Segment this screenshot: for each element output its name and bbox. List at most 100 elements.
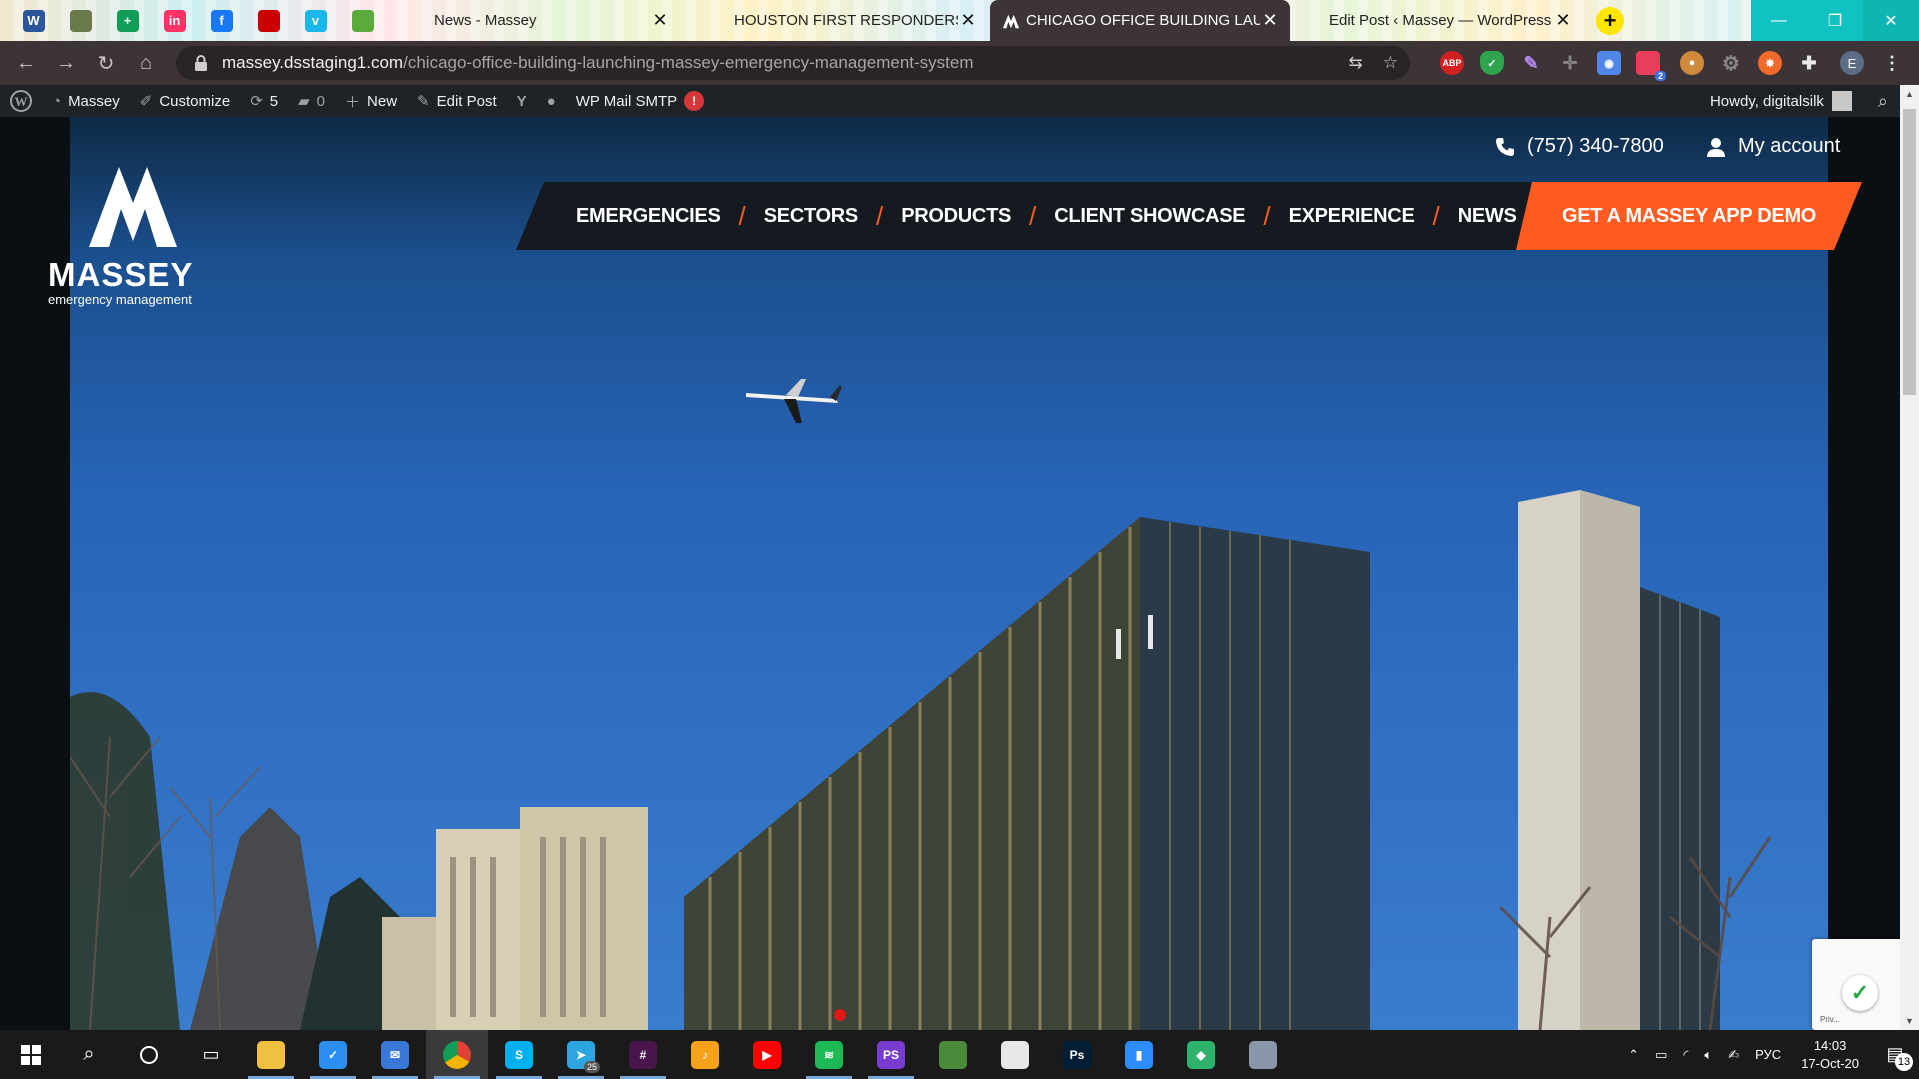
wp-edit-post[interactable]: ✎ Edit Post (407, 85, 507, 117)
taskbar-app-todo[interactable]: ✓ (302, 1030, 364, 1079)
restore-button[interactable]: ❐ (1807, 0, 1863, 41)
taskbar-app-telegram[interactable]: ➤ 25 (550, 1030, 612, 1079)
extensions-puzzle-icon[interactable]: ✚ (1797, 51, 1821, 75)
action-center-button[interactable]: ▤ 13 (1871, 1030, 1919, 1079)
recaptcha-privacy-label[interactable]: Priv... (1820, 1015, 1840, 1024)
search-button[interactable]: ⌕ (58, 1030, 120, 1079)
search-icon[interactable]: ⌕ (1878, 91, 1888, 112)
close-icon[interactable]: ✕ (1260, 10, 1280, 31)
language-indicator[interactable]: РУС (1747, 1047, 1789, 1062)
pinned-tab[interactable] (339, 0, 386, 41)
scroll-up-arrow-icon[interactable]: ▲ (1900, 85, 1919, 103)
cookie-extension-icon[interactable]: ● (1680, 51, 1704, 75)
taskbar-app-image-viewer[interactable] (922, 1030, 984, 1079)
nav-client-showcase[interactable]: CLIENT SHOWCASE (1054, 205, 1245, 228)
tray-expand-chevron-icon[interactable]: ⌃ (1620, 1047, 1647, 1063)
app-demo-button[interactable]: GET A MASSEY APP DEMO (1516, 182, 1862, 250)
feather-extension-icon[interactable]: ✎ (1519, 51, 1543, 75)
brush-icon: ✐ (139, 93, 153, 110)
orange-extension-icon[interactable]: ✸ (1758, 51, 1782, 75)
profile-avatar[interactable]: E (1840, 51, 1864, 75)
taskbar-app-file-explorer[interactable] (240, 1030, 302, 1079)
wp-yoast[interactable]: Y (507, 85, 537, 117)
forward-button[interactable]: → (46, 43, 86, 83)
tab-edit-post[interactable]: Edit Post ‹ Massey — WordPress ✕ (1293, 0, 1583, 41)
pen-icon[interactable]: ✍︎ (1720, 1047, 1747, 1063)
taskbar-app-youtube[interactable]: ▶ (736, 1030, 798, 1079)
extension-badge-icon[interactable]: 2 (1636, 51, 1666, 81)
close-icon[interactable]: ✕ (1553, 10, 1573, 31)
page-scrollbar[interactable]: ▲ ▼ (1900, 85, 1919, 1030)
tab-chicago-active[interactable]: CHICAGO OFFICE BUILDING LAU ✕ (990, 0, 1290, 41)
taskbar-app-notepad[interactable] (984, 1030, 1046, 1079)
gear-extension-icon[interactable]: ⚙ (1719, 51, 1743, 75)
camera-extension-icon[interactable]: ◉ (1597, 51, 1621, 75)
pinned-tab[interactable]: W (10, 0, 57, 41)
taskbar-app-zoom[interactable]: ▮ (1108, 1030, 1170, 1079)
taskbar-app-skype[interactable]: S (488, 1030, 550, 1079)
task-view-button[interactable]: ▭ (180, 1030, 242, 1079)
wifi-icon[interactable]: ◜ (1675, 1047, 1696, 1063)
back-button[interactable]: ← (6, 43, 46, 83)
move-extension-icon[interactable]: ✛ (1558, 51, 1582, 75)
taskbar-app-music[interactable]: ♪ (674, 1030, 736, 1079)
nav-products[interactable]: PRODUCTS (901, 205, 1011, 228)
taskbar-app-display[interactable] (1232, 1030, 1294, 1079)
volume-icon[interactable]: 🔈︎ (1696, 1047, 1720, 1063)
pinned-tab[interactable] (57, 0, 104, 41)
taskbar-app-photoshop[interactable]: Ps (1046, 1030, 1108, 1079)
close-icon[interactable]: ✕ (650, 10, 670, 31)
page-viewport: MASSEY emergency management (757) 340-78… (0, 117, 1900, 1030)
translate-icon[interactable]: ⇆ (1349, 53, 1363, 73)
wp-updates[interactable]: ⟳ 5 (240, 85, 288, 117)
new-tab-button[interactable]: + (1596, 7, 1624, 35)
address-bar[interactable]: massey.dsstaging1.com/chicago-office-bui… (176, 46, 1410, 80)
massey-logo[interactable]: MASSEY emergency management (48, 167, 218, 306)
howdy-label[interactable]: Howdy, digitalsilk (1710, 93, 1824, 110)
taskbar-app-vpn[interactable]: ◆ (1170, 1030, 1232, 1079)
taskbar-app-mail[interactable]: ✉ (364, 1030, 426, 1079)
nav-emergencies[interactable]: EMERGENCIES (576, 205, 721, 228)
bookmark-star-icon[interactable]: ☆ (1383, 53, 1398, 73)
adblock-icon[interactable]: ABP (1440, 51, 1464, 75)
nav-separator: / (1029, 200, 1037, 231)
close-icon[interactable]: ✕ (958, 10, 978, 31)
nav-news[interactable]: NEWS (1458, 205, 1517, 228)
scroll-down-arrow-icon[interactable]: ▼ (1900, 1012, 1919, 1030)
close-window-button[interactable]: ✕ (1863, 0, 1919, 41)
nav-experience[interactable]: EXPERIENCE (1289, 205, 1415, 228)
chrome-menu-icon[interactable]: ⋮ (1880, 51, 1904, 75)
tab-news-massey[interactable]: News - Massey ✕ (398, 0, 680, 41)
wp-status-dot[interactable]: ● (537, 85, 566, 117)
start-button[interactable] (0, 1030, 62, 1079)
shield-extension-icon[interactable]: ✓ (1480, 51, 1504, 75)
user-avatar[interactable] (1831, 91, 1852, 111)
wp-comments[interactable]: ▰ 0 (288, 85, 335, 117)
wp-customize[interactable]: ✐ Customize (130, 85, 240, 117)
battery-icon[interactable]: ▭ (1647, 1047, 1675, 1063)
recaptcha-badge[interactable]: ✓ Priv... (1812, 939, 1900, 1030)
pinned-tab[interactable]: + (104, 0, 151, 41)
header-my-account[interactable]: My account (1706, 135, 1840, 158)
home-button[interactable]: ⌂ (126, 43, 166, 83)
taskbar-app-chrome[interactable] (426, 1030, 488, 1079)
pinned-tab[interactable] (245, 0, 292, 41)
minimize-button[interactable]: — (1751, 0, 1807, 41)
scrollbar-thumb[interactable] (1903, 109, 1916, 395)
taskbar-app-phpstorm[interactable]: PS (860, 1030, 922, 1079)
cortana-button[interactable] (118, 1030, 180, 1079)
header-phone[interactable]: (757) 340-7800 (1495, 135, 1664, 158)
wp-mail-smtp[interactable]: WP Mail SMTP ! (566, 85, 714, 117)
pinned-tab[interactable]: v (292, 0, 339, 41)
pinned-tab[interactable]: f (198, 0, 245, 41)
clock[interactable]: 14:03 17-Oct-20 (1789, 1037, 1871, 1073)
wp-site-name[interactable]: ◔ Massey (42, 85, 130, 117)
taskbar-app-slack[interactable]: # (612, 1030, 674, 1079)
tab-houston[interactable]: HOUSTON FIRST RESPONDERS D ✕ (698, 0, 988, 41)
pinned-tab[interactable]: in (151, 0, 198, 41)
nav-sectors[interactable]: SECTORS (764, 205, 859, 228)
reload-button[interactable]: ↻ (86, 43, 126, 83)
wp-logo-menu[interactable]: W (0, 85, 42, 117)
wp-new-content[interactable]: ＋ New (335, 85, 407, 117)
taskbar-app-spotify[interactable]: ≋ (798, 1030, 860, 1079)
